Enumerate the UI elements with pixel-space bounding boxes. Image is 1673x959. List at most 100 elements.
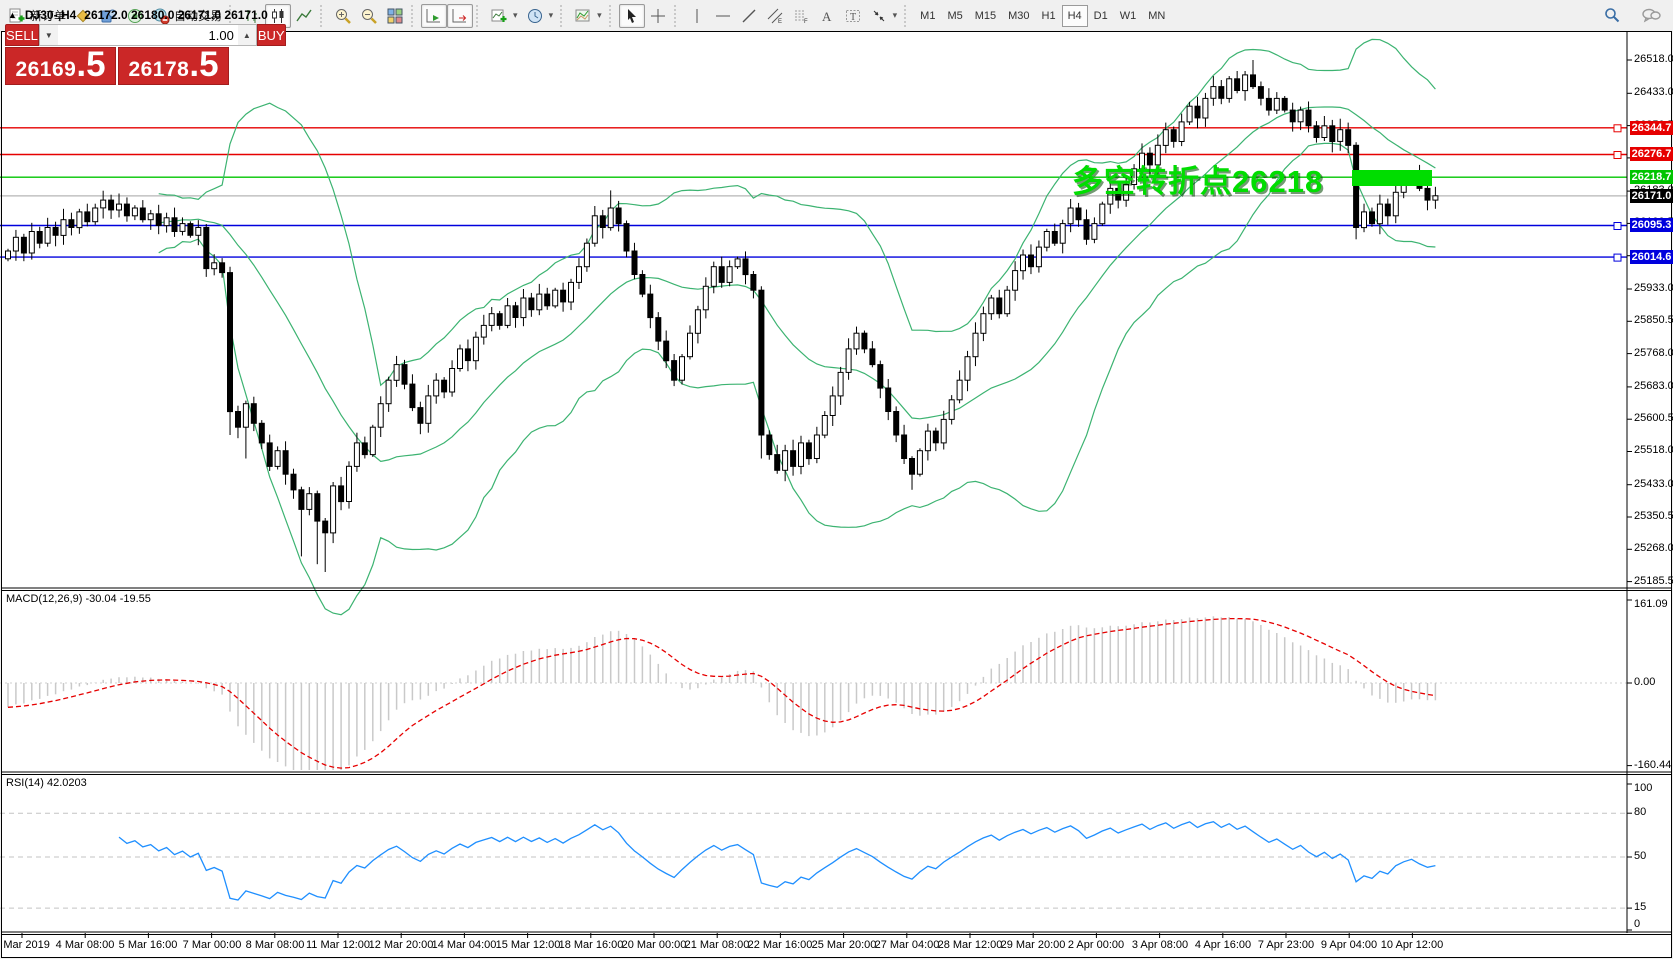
candle-body: [93, 208, 98, 222]
candle-body: [553, 290, 558, 306]
candle-body: [339, 486, 344, 502]
candle-body: [688, 333, 693, 357]
candle-body: [481, 325, 486, 337]
candle-body: [703, 286, 708, 310]
price-tick-label: 26518.0: [1634, 53, 1673, 65]
candle-body: [640, 275, 645, 295]
line-handle[interactable]: [1614, 152, 1621, 159]
candle-body: [259, 423, 264, 443]
candle-body: [53, 228, 58, 236]
candle-body: [695, 310, 700, 334]
candle-body: [656, 318, 661, 342]
chart-text-annotation[interactable]: 多空转折点26218: [1072, 156, 1323, 201]
candle-body: [632, 251, 637, 275]
candle-body: [85, 212, 90, 222]
candle-body: [735, 259, 740, 267]
candle-body: [410, 384, 415, 408]
macd-tick-label: 0.00: [1634, 676, 1655, 688]
candle-body: [45, 228, 50, 244]
candle-body: [307, 494, 312, 510]
buy-price[interactable]: 26178.5: [118, 47, 229, 85]
candle-body: [1084, 220, 1089, 240]
rsi-line: [119, 822, 1435, 900]
candle-body: [418, 408, 423, 424]
line-handle[interactable]: [1614, 254, 1621, 261]
candle-body: [648, 294, 653, 318]
candle-body: [394, 365, 399, 381]
candle-body: [1203, 98, 1208, 118]
candle-body: [1100, 204, 1105, 224]
rsi-label: RSI(14) 42.0203: [6, 777, 87, 789]
candle-body: [402, 365, 407, 385]
time-axis-label: 1 Mar 2019: [0, 939, 50, 951]
time-axis-label: 11 Mar 12:00: [306, 939, 370, 951]
time-axis-label: 12 Mar 20:00: [369, 939, 434, 951]
candle-body: [1377, 204, 1382, 224]
candle-body: [743, 259, 748, 275]
candle-body: [196, 228, 201, 236]
time-axis-label: 4 Apr 16:00: [1195, 939, 1251, 951]
candle-body: [822, 416, 827, 436]
line-handle[interactable]: [1614, 125, 1621, 132]
chart-canvas[interactable]: [0, 0, 1673, 959]
candle-body: [331, 486, 336, 533]
line-handle[interactable]: [1614, 223, 1621, 230]
candle-body: [917, 451, 922, 475]
time-axis-label: 7 Mar 00:00: [183, 939, 242, 951]
candle-body: [251, 404, 256, 424]
candle-body: [188, 224, 193, 236]
time-axis-label: 29 Mar 20:00: [1001, 939, 1066, 951]
candle-body: [941, 419, 946, 443]
price-tick-label: 25268.0: [1634, 542, 1673, 554]
candle-body: [529, 298, 534, 310]
candle-body: [584, 243, 589, 267]
candle-body: [1219, 87, 1224, 99]
candle-body: [1187, 106, 1192, 122]
volume-increase-button[interactable]: ▲: [238, 25, 256, 45]
candle-body: [172, 218, 177, 232]
volume-input[interactable]: [58, 25, 238, 45]
candle-body: [1306, 110, 1311, 126]
sell-price[interactable]: 26169.5: [5, 47, 116, 85]
volume-decrease-button[interactable]: ▼: [40, 25, 58, 45]
symbol-period-label: DJ30-,H4: [25, 8, 76, 22]
highlight-rectangle[interactable]: [1352, 170, 1432, 186]
candle-body: [473, 337, 478, 361]
price-tick-label: 25350.5: [1634, 510, 1673, 522]
candle-body: [13, 237, 18, 251]
candle-body: [1163, 130, 1168, 146]
candle-body: [1251, 75, 1256, 87]
candle-body: [1044, 232, 1049, 248]
candle-body: [989, 298, 994, 314]
panel-collapse-icon[interactable]: ▲: [8, 10, 17, 20]
time-axis-label: 9 Apr 04:00: [1321, 939, 1377, 951]
time-axis-label: 8 Mar 08:00: [246, 939, 305, 951]
candle-body: [925, 431, 930, 451]
price-level-label: 26014.6: [1630, 250, 1673, 264]
candle-body: [894, 412, 899, 436]
candle-body: [838, 372, 843, 396]
candle-body: [275, 451, 280, 467]
candle-body: [315, 494, 320, 521]
candle-body: [973, 333, 978, 357]
candle-body: [561, 290, 566, 302]
price-tick-label: 25600.5: [1634, 412, 1673, 424]
candle-body: [1258, 87, 1263, 99]
time-axis-label: 14 Mar 04:00: [432, 939, 497, 951]
candle-body: [1005, 290, 1010, 314]
candle-body: [569, 282, 574, 302]
macd-tick-label: 161.09: [1634, 598, 1668, 610]
candle-body: [132, 208, 137, 216]
buy-button[interactable]: BUY: [257, 24, 286, 46]
time-axis-label: 22 Mar 16:00: [748, 939, 813, 951]
candle-body: [799, 443, 804, 467]
candle-body: [1370, 212, 1375, 224]
sell-button[interactable]: SELL: [5, 24, 39, 46]
rsi-tick-label: 0: [1634, 918, 1640, 930]
time-axis-label: 3 Apr 08:00: [1132, 939, 1188, 951]
bollinger-band-upper: [159, 39, 1436, 385]
candle-body: [1068, 208, 1073, 224]
candle-body: [1235, 79, 1240, 91]
candle-body: [1052, 232, 1057, 244]
candle-body: [997, 298, 1002, 314]
